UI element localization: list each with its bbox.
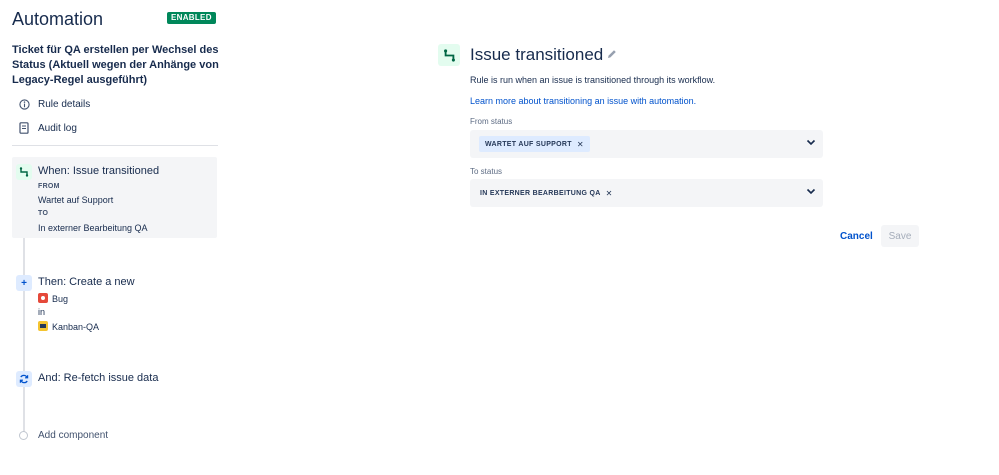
create-issue-step[interactable]: + Then: Create a new Bug in Kanban-QA — [12, 268, 217, 336]
from-status-chip-label: WARTET AUF SUPPORT — [485, 140, 572, 148]
refetch-step-title: And: Re-fetch issue data — [38, 372, 159, 384]
from-caption: FROM — [38, 183, 60, 190]
transition-icon — [16, 164, 32, 180]
to-value: In externer Bearbeitung QA — [38, 223, 148, 233]
cancel-button[interactable]: Cancel — [834, 225, 879, 247]
status-badge: ENABLED — [167, 12, 216, 24]
project-icon — [38, 321, 48, 331]
to-status-select[interactable]: IN EXTERNER BEARBEITUNG QA ✕ — [470, 179, 823, 207]
from-status-select[interactable]: WARTET AUF SUPPORT ✕ — [470, 130, 823, 158]
create-step-title: Then: Create a new — [38, 276, 135, 288]
chevron-down-icon — [806, 139, 816, 146]
from-value: Wartet auf Support — [38, 195, 114, 205]
document-icon — [18, 122, 30, 134]
bug-icon — [38, 293, 48, 303]
audit-log-link[interactable]: Audit log — [18, 120, 77, 136]
trigger-step[interactable]: When: Issue transitioned FROM Wartet auf… — [12, 157, 217, 238]
panel-description: Rule is run when an issue is transitione… — [470, 75, 716, 85]
refetch-step[interactable]: And: Re-fetch issue data — [12, 364, 217, 392]
issue-type: Bug — [38, 293, 68, 304]
remove-chip-icon[interactable]: ✕ — [577, 140, 584, 149]
audit-log-label: Audit log — [38, 122, 77, 134]
to-status-chip-label: IN EXTERNER BEARBEITUNG QA — [480, 189, 601, 197]
edit-icon[interactable] — [607, 49, 617, 62]
from-status-label: From status — [470, 117, 513, 126]
to-caption: TO — [38, 210, 49, 217]
trigger-title: When: Issue transitioned — [38, 165, 160, 177]
rule-name: Ticket für QA erstellen per Wechsel des … — [12, 44, 219, 86]
plus-icon: + — [16, 275, 32, 291]
app-title: Automation — [12, 9, 104, 29]
panel-title: Issue transitioned — [470, 45, 604, 64]
trigger-type-icon — [438, 44, 460, 66]
rule-details-link[interactable]: Rule details — [18, 96, 90, 112]
sidebar-divider — [12, 145, 218, 146]
remove-chip-icon[interactable]: ✕ — [606, 189, 613, 198]
project-label: Kanban-QA — [52, 322, 100, 332]
issue-type-label: Bug — [52, 294, 69, 304]
learn-more-link[interactable]: Learn more about transitioning an issue … — [470, 96, 696, 106]
save-button[interactable]: Save — [881, 225, 919, 247]
in-label: in — [38, 307, 46, 317]
rule-details-label: Rule details — [38, 98, 91, 110]
project: Kanban-QA — [38, 321, 99, 332]
to-status-label: To status — [470, 167, 503, 176]
to-status-chip: IN EXTERNER BEARBEITUNG QA ✕ — [480, 185, 613, 201]
add-component-link[interactable]: Add component — [38, 430, 108, 441]
chevron-down-icon — [806, 188, 816, 195]
info-icon — [18, 98, 30, 110]
from-status-chip: WARTET AUF SUPPORT ✕ — [479, 136, 590, 152]
refresh-icon — [16, 371, 32, 387]
add-component-dot[interactable] — [19, 431, 28, 440]
